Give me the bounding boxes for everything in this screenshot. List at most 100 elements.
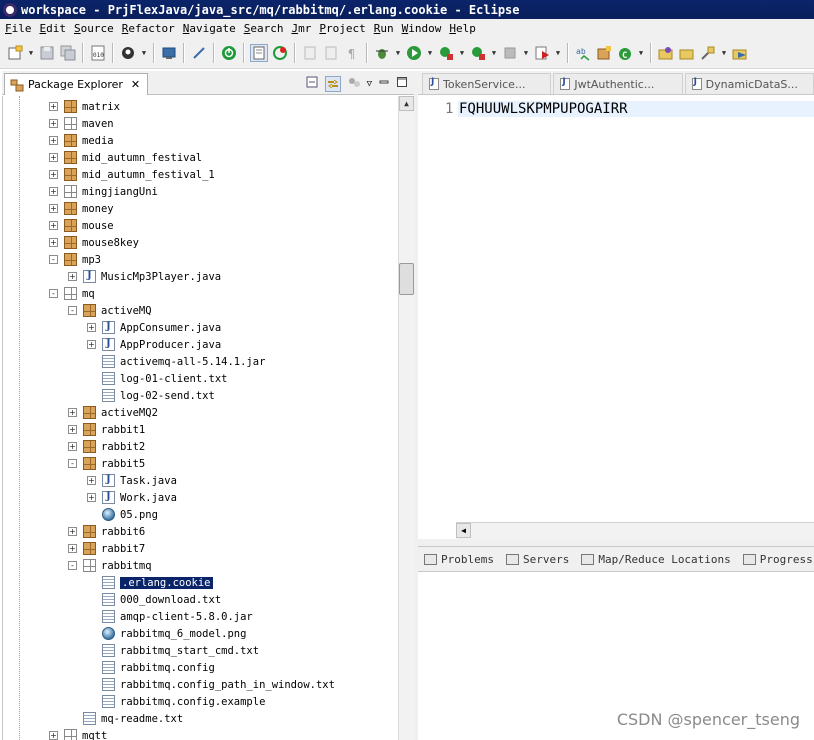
open-folder-icon[interactable] [678, 44, 696, 62]
collapse-all-icon[interactable] [305, 75, 319, 92]
tab-package-explorer[interactable]: Package Explorer ✕ [4, 73, 148, 95]
chevron-down-icon[interactable]: ▼ [522, 44, 530, 62]
tree-item[interactable]: + mid_autumn_festival [49, 149, 202, 166]
expand-icon[interactable]: + [87, 323, 96, 332]
perspective-icon[interactable] [731, 44, 749, 62]
expand-icon[interactable]: + [49, 731, 58, 740]
tree-item[interactable]: + rabbit2 [68, 438, 145, 455]
expand-icon[interactable]: + [49, 102, 58, 111]
pin-icon[interactable] [190, 44, 208, 62]
tree-item[interactable]: + rabbit6 [68, 523, 145, 540]
tab-servers[interactable]: Servers [505, 553, 569, 566]
console-icon[interactable] [160, 44, 178, 62]
tree-item[interactable]: rabbitmq_start_cmd.txt [87, 642, 259, 659]
debug-icon[interactable] [373, 44, 391, 62]
chevron-down-icon[interactable]: ▼ [637, 44, 645, 62]
expand-icon[interactable]: + [49, 204, 58, 213]
editor-divider[interactable] [418, 539, 814, 546]
tree-item[interactable]: rabbitmq.config [87, 659, 215, 676]
menu-navigate[interactable]: Navigate [182, 22, 243, 35]
expand-icon[interactable]: + [68, 272, 77, 281]
tree-item[interactable]: + AppProducer.java [87, 336, 221, 353]
mylyn-icon[interactable] [119, 44, 137, 62]
tree-item[interactable]: - rabbitmq [68, 557, 152, 574]
chevron-down-icon[interactable]: ▼ [426, 44, 434, 62]
scroll-up-arrow[interactable]: ▲ [399, 96, 414, 111]
search-icon[interactable] [699, 44, 717, 62]
collapse-icon[interactable]: - [68, 561, 77, 570]
tree-item[interactable]: amqp-client-5.8.0.jar [87, 608, 253, 625]
expand-icon[interactable]: + [68, 425, 77, 434]
tree-item[interactable]: + mouse8key [49, 234, 139, 251]
tree-item[interactable]: log-01-client.txt [87, 370, 227, 387]
run-external-icon[interactable] [437, 44, 455, 62]
save-icon[interactable] [38, 44, 56, 62]
tree-item[interactable]: + Work.java [87, 489, 177, 506]
chevron-down-icon[interactable]: ▼ [490, 44, 498, 62]
toggle-mark-icon[interactable] [250, 44, 268, 62]
collapse-icon[interactable]: - [49, 255, 58, 264]
tree-item[interactable]: - mp3 [49, 251, 101, 268]
tree-item[interactable]: rabbitmq.config_path_in_window.txt [87, 676, 335, 693]
tab-progress[interactable]: Progress [742, 553, 813, 566]
menu-run[interactable]: Run [373, 22, 401, 35]
tree-item[interactable]: + Task.java [87, 472, 177, 489]
expand-icon[interactable]: + [49, 187, 58, 196]
refresh-error-icon[interactable] [271, 44, 289, 62]
coverage-icon[interactable] [469, 44, 487, 62]
scrollbar-thumb[interactable] [399, 263, 414, 295]
expand-icon[interactable]: + [87, 476, 96, 485]
chevron-down-icon[interactable]: ▼ [394, 44, 402, 62]
expand-icon[interactable]: + [49, 136, 58, 145]
chevron-down-icon[interactable]: ▼ [554, 44, 562, 62]
editor-tab[interactable]: JwtAuthentic... [553, 73, 683, 94]
tree-item[interactable]: rabbitmq_6_model.png [87, 625, 246, 642]
menu-file[interactable]: File [4, 22, 39, 35]
tree-item[interactable]: + MusicMp3Player.java [68, 268, 221, 285]
expand-icon[interactable]: + [49, 170, 58, 179]
tree-item[interactable]: + rabbit7 [68, 540, 145, 557]
tab-map-reduce-locations[interactable]: Map/Reduce Locations [581, 553, 731, 566]
menu-source[interactable]: Source [73, 22, 121, 35]
expand-icon[interactable]: + [49, 119, 58, 128]
format-icon[interactable] [301, 44, 319, 62]
tree-item[interactable]: + mid_autumn_festival_1 [49, 166, 215, 183]
new-package-icon[interactable] [595, 44, 613, 62]
expand-icon[interactable]: + [68, 442, 77, 451]
tree-item[interactable]: 05.png [87, 506, 158, 523]
scroll-left-arrow[interactable]: ◀ [456, 523, 471, 538]
tree-item[interactable]: log-02-send.txt [87, 387, 215, 404]
maximize-icon[interactable] [396, 76, 408, 91]
link-with-editor-icon[interactable] [324, 75, 341, 92]
editor-horizontal-scrollbar[interactable]: ◀ [456, 522, 814, 539]
binary-icon[interactable]: 010 [89, 44, 107, 62]
tree-item[interactable]: - mq [49, 285, 95, 302]
tree-item[interactable]: + activeMQ2 [68, 404, 158, 421]
tree-item[interactable]: + money [49, 200, 114, 217]
editor-tab[interactable]: DynamicDataS... [684, 73, 814, 94]
tree-item[interactable]: .erlang.cookie [87, 574, 214, 591]
expand-icon[interactable]: + [49, 153, 58, 162]
tree-item[interactable]: + maven [49, 115, 114, 132]
outline-icon[interactable] [322, 44, 340, 62]
menu-help[interactable]: Help [448, 22, 483, 35]
collapse-icon[interactable]: - [68, 459, 77, 468]
menu-jmr[interactable]: Jmr [290, 22, 318, 35]
tree-item[interactable]: + mqtt [49, 727, 107, 740]
tree-item[interactable]: + media [49, 132, 114, 149]
power-icon[interactable] [220, 44, 238, 62]
filters-icon[interactable] [347, 75, 361, 92]
menu-edit[interactable]: Edit [39, 22, 74, 35]
expand-icon[interactable]: + [87, 340, 96, 349]
chevron-down-icon[interactable]: ▼ [140, 44, 148, 62]
tree-item[interactable]: activemq-all-5.14.1.jar [87, 353, 265, 370]
new-class-icon[interactable]: C [616, 44, 634, 62]
tree-item[interactable]: + AppConsumer.java [87, 319, 221, 336]
tab-problems[interactable]: Problems [424, 553, 494, 566]
chevron-down-icon[interactable]: ▼ [27, 44, 35, 62]
menu-window[interactable]: Window [401, 22, 449, 35]
expand-icon[interactable]: + [87, 493, 96, 502]
close-icon[interactable]: ✕ [131, 78, 140, 91]
expand-icon[interactable]: + [68, 408, 77, 417]
menu-search[interactable]: Search [243, 22, 291, 35]
